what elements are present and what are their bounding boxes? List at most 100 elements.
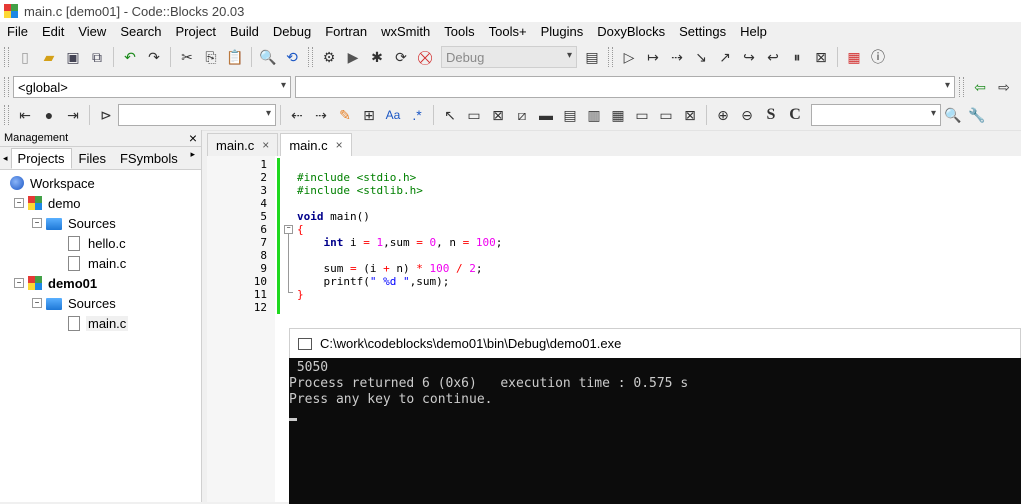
box-alt-icon[interactable]: ▭ [657,106,675,124]
run-icon[interactable]: ▶ [344,48,362,66]
function-select[interactable]: ▾ [295,76,955,98]
highlight-icon[interactable]: ✎ [336,106,354,124]
run-to-cursor-icon[interactable]: ↦ [644,48,662,66]
collapse-icon[interactable]: − [32,218,42,228]
prev-bookmark-icon[interactable]: ⇤ [16,106,34,124]
magnifier-icon[interactable]: 🔍 [944,106,962,124]
menu-wxsmith[interactable]: wxSmith [374,22,437,42]
tab-scroll-left-icon[interactable]: ◂ [0,153,11,169]
tab-projects[interactable]: Projects [10,148,72,169]
text-frame-icon[interactable]: ⧄ [513,106,531,124]
menu-fortran[interactable]: Fortran [318,22,374,42]
new-file-icon[interactable]: ▯ [16,48,34,66]
tab-scroll-right-icon[interactable]: ▸ [190,149,195,160]
rebuild-icon[interactable]: ⟳ [392,48,410,66]
debug-continue-icon[interactable]: ▷ [620,48,638,66]
zoom-out-icon[interactable]: ⊖ [738,106,756,124]
tree-item-file[interactable]: hello.c [68,233,128,253]
next-bookmark-icon[interactable]: ⇥ [64,106,82,124]
step-into-icon[interactable]: ↘ [692,48,710,66]
collapse-icon[interactable]: − [14,278,24,288]
c-icon[interactable]: C [786,106,804,124]
row-icon[interactable]: ▬ [537,106,555,124]
pause-icon[interactable]: ⏸ [788,48,806,66]
tree-item-sources[interactable]: − Sources [32,213,118,233]
menu-file[interactable]: File [0,22,35,42]
menu-debug[interactable]: Debug [266,22,318,42]
save-all-icon[interactable]: ⧉ [88,48,106,66]
build-and-run-icon[interactable]: ✱ [368,48,386,66]
grid-icon[interactable]: ▥ [585,106,603,124]
menu-search[interactable]: Search [113,22,168,42]
s-icon[interactable]: S [762,106,780,124]
box-cross-icon[interactable]: ⊠ [681,106,699,124]
console-window[interactable]: C:\work\codeblocks\demo01\bin\Debug\demo… [289,328,1021,504]
symbol-search-input[interactable]: ▾ [811,104,941,126]
build-gear-icon[interactable]: ⚙ [320,48,338,66]
next-line-icon[interactable]: ⇢ [668,48,686,66]
incremental-search-input[interactable]: ▾ [118,104,276,126]
step-into-instruction-icon[interactable]: ↩ [764,48,782,66]
regex-icon[interactable]: .* [408,106,426,124]
box-icon[interactable]: ▭ [633,106,651,124]
toolbar-grip[interactable] [959,77,964,97]
tab-files[interactable]: Files [72,148,113,169]
tree-item-sources[interactable]: − Sources [32,293,118,313]
match-case-icon[interactable]: Aa [384,106,402,124]
tree-item-file[interactable]: main.c [68,253,128,273]
toggle-bookmark-icon[interactable]: ● [40,106,58,124]
cut-icon[interactable]: ✂ [178,48,196,66]
undo-icon[interactable]: ↶ [121,48,139,66]
wrench-icon[interactable]: 🔧 [968,106,986,124]
menu-doxyblocks[interactable]: DoxyBlocks [590,22,672,42]
tree-item-file-selected[interactable]: main.c [68,313,129,333]
debugging-windows-icon[interactable]: ▦ [845,48,863,66]
run-search-icon[interactable]: ⊳ [97,106,115,124]
target-options-icon[interactable]: ▤ [583,48,601,66]
zoom-in-icon[interactable]: ⊕ [714,106,732,124]
menu-tools[interactable]: Tools [437,22,481,42]
menu-help[interactable]: Help [733,22,774,42]
stop-debug-icon[interactable]: ⊠ [812,48,830,66]
copy-icon[interactable]: ⎘ [202,48,220,66]
menu-edit[interactable]: Edit [35,22,71,42]
scope-select[interactable]: <global> ▾ [13,76,291,98]
menu-view[interactable]: View [71,22,113,42]
layout-icon[interactable]: ⊠ [489,106,507,124]
menu-plugins[interactable]: Plugins [534,22,591,42]
close-tab-icon[interactable]: × [336,138,343,152]
toolbar-grip[interactable] [4,47,9,67]
collapse-icon[interactable]: − [14,198,24,208]
row-alt-icon[interactable]: ▤ [561,106,579,124]
selected-text-icon[interactable]: ⊞ [360,106,378,124]
collapse-icon[interactable]: − [32,298,42,308]
next-instruction-icon[interactable]: ↪ [740,48,758,66]
toolbar-grip[interactable] [4,77,9,97]
replace-icon[interactable]: ⟲ [283,48,301,66]
tree-item-project-demo[interactable]: − demo [14,193,83,213]
menu-settings[interactable]: Settings [672,22,733,42]
abort-icon[interactable]: ⛒ [416,48,434,66]
pointer-icon[interactable]: ↖ [441,106,459,124]
editor-tab-active[interactable]: main.c × [280,133,352,156]
menu-project[interactable]: Project [169,22,223,42]
block-icon[interactable]: ▦ [609,106,627,124]
paste-icon[interactable]: 📋 [226,48,244,66]
tree-item-project-demo01[interactable]: − demo01 [14,273,99,293]
arrow-right-icon[interactable]: ⇢ [312,106,330,124]
arrow-left-icon[interactable]: ⇠ [288,106,306,124]
save-icon[interactable]: ▣ [64,48,82,66]
tab-fsymbols[interactable]: FSymbols [113,148,185,169]
rectangle-icon[interactable]: ▭ [465,106,483,124]
toolbar-grip[interactable] [308,47,313,67]
toolbar-grip[interactable] [608,47,613,67]
step-out-icon[interactable]: ↗ [716,48,734,66]
menu-tools-plus[interactable]: Tools+ [482,22,534,42]
jump-forward-icon[interactable]: ⇨ [995,78,1013,96]
close-tab-icon[interactable]: × [262,138,269,152]
jump-back-icon[interactable]: ⇦ [971,78,989,96]
menu-build[interactable]: Build [223,22,266,42]
tree-item-workspace[interactable]: Workspace [10,173,97,193]
build-target-select[interactable]: Debug ▾ [441,46,577,68]
find-icon[interactable]: 🔍 [259,48,277,66]
